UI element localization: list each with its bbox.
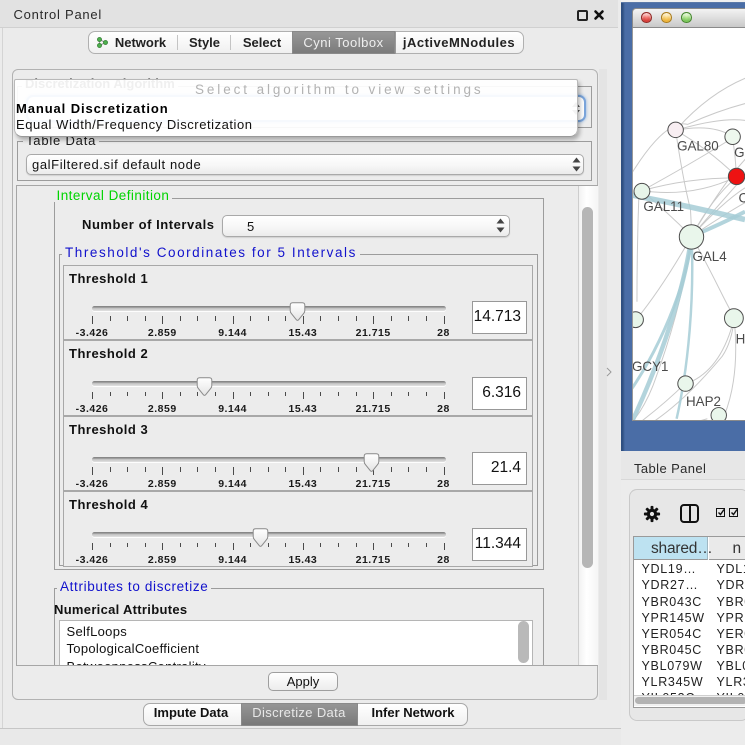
svg-text:H: H (736, 331, 745, 346)
svg-text:G: G (734, 145, 744, 160)
svg-text:GCY1: GCY1 (632, 359, 668, 374)
svg-text:GAL11: GAL11 (643, 199, 684, 214)
svg-text:C: C (739, 190, 745, 205)
svg-text:GAL80: GAL80 (677, 138, 719, 153)
svg-text:GAL4: GAL4 (692, 249, 727, 264)
svg-text:HAP2: HAP2 (686, 393, 721, 408)
